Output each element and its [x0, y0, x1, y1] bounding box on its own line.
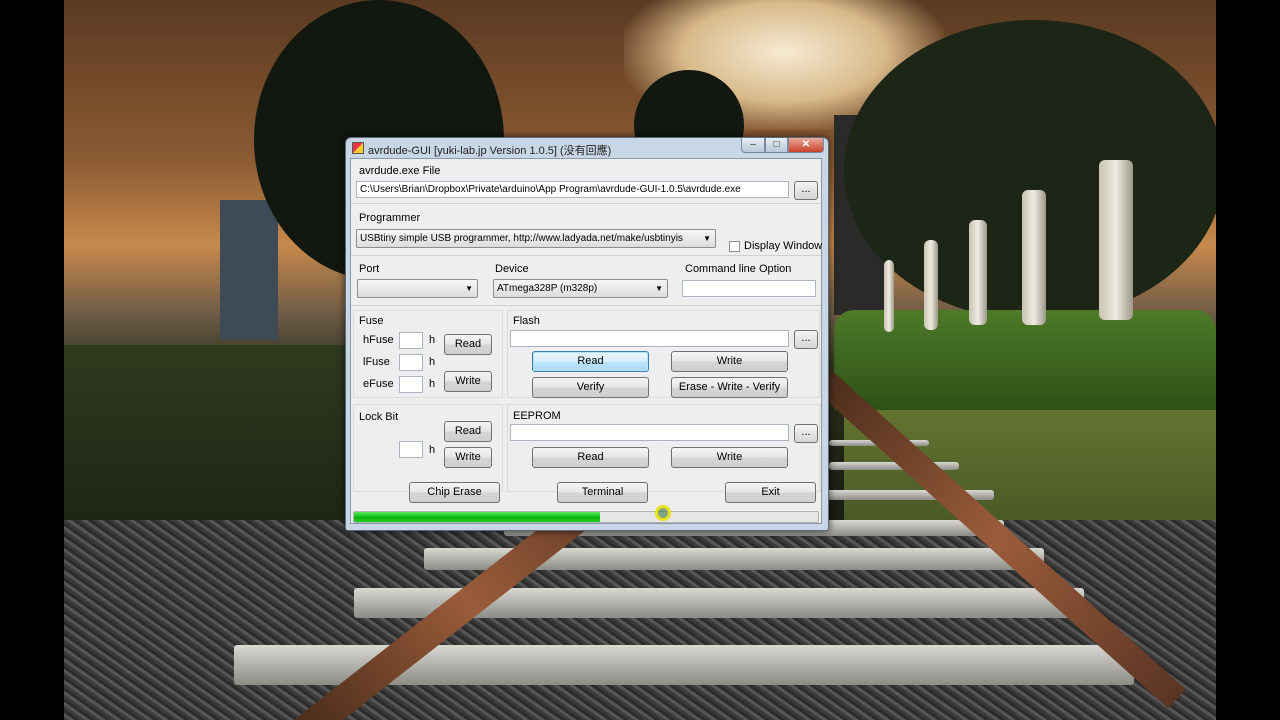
efuse-unit: h — [429, 378, 436, 390]
chevron-down-icon: ▼ — [465, 284, 473, 293]
tree-trunk — [1099, 160, 1133, 320]
title-bar[interactable]: avrdude-GUI [yuki-lab.jp Version 1.0.5] … — [346, 138, 828, 158]
programmer-selected-value: USBtiny simple USB programmer, http://ww… — [360, 233, 683, 244]
distant-building — [220, 200, 278, 340]
port-label: Port — [359, 263, 380, 275]
programmer-label: Programmer — [359, 212, 421, 224]
lockbit-unit: h — [429, 444, 436, 456]
flash-label: Flash — [513, 315, 540, 327]
lockbit-write-button[interactable]: Write — [444, 447, 492, 468]
tree-trunk — [924, 240, 938, 330]
tree-trunk — [969, 220, 987, 325]
command-line-option-field[interactable] — [682, 280, 816, 297]
efuse-label: eFuse — [363, 378, 394, 390]
exit-button[interactable]: Exit — [725, 482, 816, 503]
close-button[interactable]: ✕ — [788, 138, 824, 153]
fuse-label: Fuse — [359, 315, 384, 327]
lockbit-label: Lock Bit — [359, 411, 399, 423]
hfuse-label: hFuse — [363, 334, 394, 346]
flash-erase-write-verify-button[interactable]: Erase - Write - Verify — [671, 377, 788, 398]
chevron-down-icon: ▼ — [703, 234, 711, 243]
eeprom-browse-button[interactable]: ... — [794, 424, 818, 443]
tree-trunk — [1022, 190, 1046, 325]
lfuse-unit: h — [429, 356, 436, 368]
fuse-read-button[interactable]: Read — [444, 334, 492, 355]
busy-cursor-icon — [655, 505, 671, 521]
flash-write-button[interactable]: Write — [671, 351, 788, 372]
efuse-field[interactable] — [399, 376, 423, 393]
eeprom-label: EEPROM — [513, 410, 561, 422]
device-select[interactable]: ATmega328P (m328p) ▼ — [493, 279, 668, 298]
divider — [351, 203, 821, 204]
device-label: Device — [495, 263, 529, 275]
lockbit-read-button[interactable]: Read — [444, 421, 492, 442]
command-line-option-label: Command line Option — [685, 263, 792, 275]
display-window-checkbox[interactable] — [729, 241, 740, 252]
progress-bar — [353, 511, 819, 523]
port-select[interactable]: ▼ — [357, 279, 478, 298]
fuse-write-button[interactable]: Write — [444, 371, 492, 392]
eeprom-read-button[interactable]: Read — [532, 447, 649, 468]
chevron-down-icon: ▼ — [655, 284, 663, 293]
lfuse-field[interactable] — [399, 354, 423, 371]
exe-path-field[interactable]: C:\Users\Brian\Dropbox\Private\arduino\A… — [356, 181, 789, 198]
tree-trunk — [884, 260, 894, 332]
device-selected-value: ATmega328P (m328p) — [497, 283, 598, 294]
lfuse-label: lFuse — [363, 356, 390, 368]
hfuse-field[interactable] — [399, 332, 423, 349]
display-window-label[interactable]: Display Window — [744, 240, 822, 252]
hfuse-unit: h — [429, 334, 436, 346]
divider — [351, 305, 821, 306]
terminal-button[interactable]: Terminal — [557, 482, 648, 503]
flash-read-button[interactable]: Read — [532, 351, 649, 372]
programmer-select[interactable]: USBtiny simple USB programmer, http://ww… — [356, 229, 716, 248]
maximize-button[interactable]: □ — [765, 138, 788, 153]
flash-browse-button[interactable]: ... — [794, 330, 818, 349]
eeprom-path-field[interactable] — [510, 424, 789, 441]
progress-bar-fill — [354, 512, 600, 522]
lockbit-field[interactable] — [399, 441, 423, 458]
window-client-area: avrdude.exe File C:\Users\Brian\Dropbox\… — [350, 158, 822, 524]
window-title: avrdude-GUI [yuki-lab.jp Version 1.0.5] … — [368, 145, 612, 157]
avrdude-gui-window: avrdude-GUI [yuki-lab.jp Version 1.0.5] … — [345, 137, 829, 531]
exe-browse-button[interactable]: ... — [794, 181, 818, 200]
chip-erase-button[interactable]: Chip Erase — [409, 482, 500, 503]
flash-verify-button[interactable]: Verify — [532, 377, 649, 398]
divider — [351, 255, 821, 256]
avrdude-app-icon — [352, 142, 364, 154]
minimize-button[interactable]: – — [741, 138, 765, 153]
flash-path-field[interactable] — [510, 330, 789, 347]
exe-file-label: avrdude.exe File — [359, 165, 441, 177]
eeprom-write-button[interactable]: Write — [671, 447, 788, 468]
